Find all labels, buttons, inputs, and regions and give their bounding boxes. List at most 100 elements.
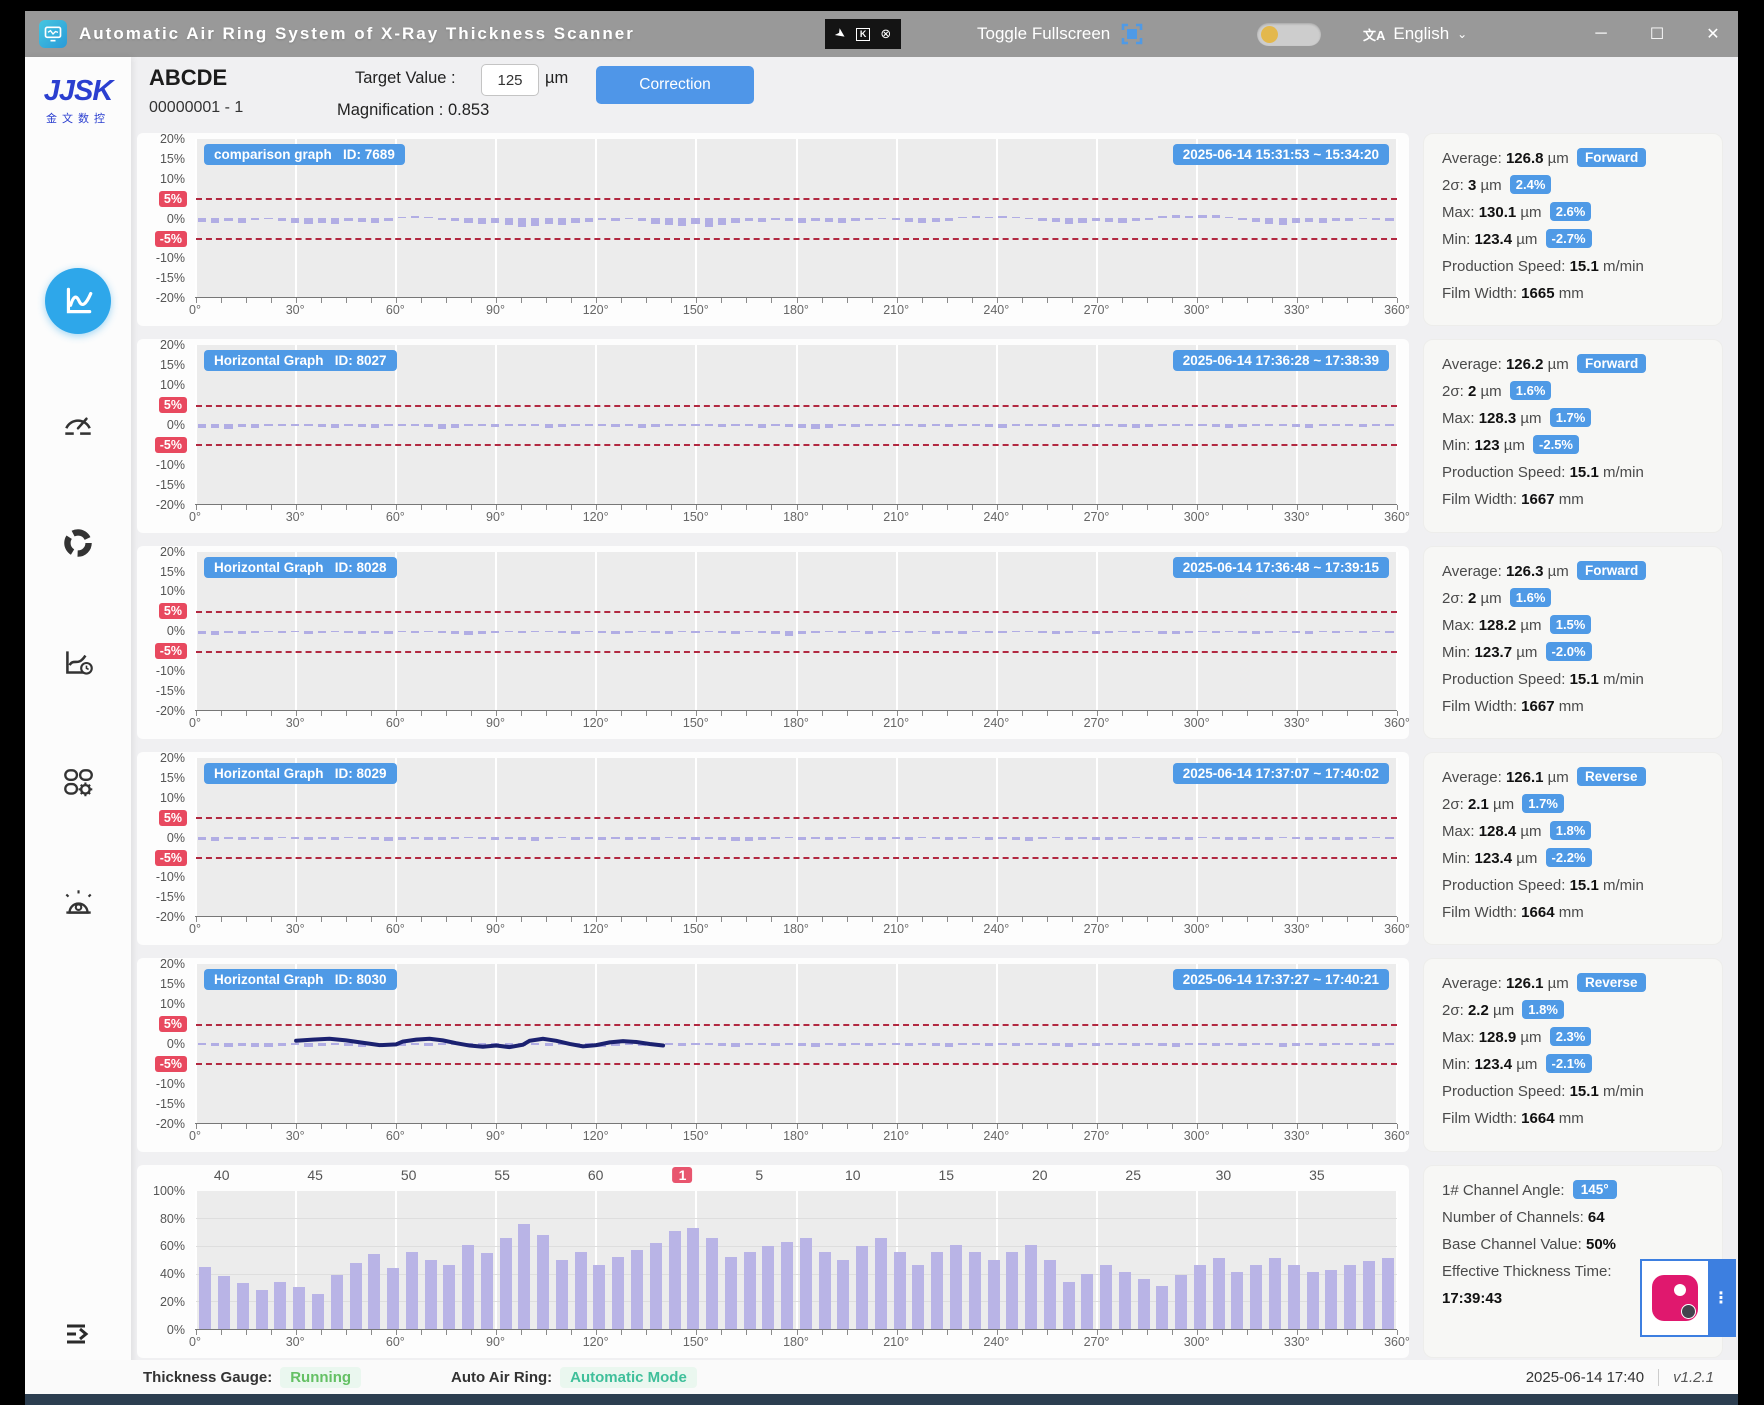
- sidebar-item-ring-statistics[interactable]: [25, 525, 131, 561]
- x-axis-label: 360°: [1384, 1335, 1410, 1349]
- data-bar: [785, 424, 793, 426]
- gridline-horizontal: [196, 1246, 1397, 1247]
- chart-plot: Horizontal Graph ID: 80302025-06-14 17:3…: [195, 964, 1397, 1123]
- y-axis-label: -10%: [156, 664, 185, 678]
- sigma-value: 2.2: [1468, 1002, 1489, 1019]
- data-bar: [1065, 631, 1073, 633]
- data-bar: [625, 424, 633, 426]
- y-axis-label: 10%: [160, 997, 185, 1011]
- language-selector[interactable]: 文A English ⌄: [1363, 11, 1467, 57]
- data-bar: [651, 631, 659, 633]
- x-axis-label: 30°: [286, 1335, 305, 1349]
- x-axis-label: 180°: [783, 1335, 809, 1349]
- y-axis-label: -20%: [156, 1117, 185, 1131]
- data-bar: [1345, 218, 1353, 221]
- channel-bar: [1363, 1261, 1375, 1329]
- channel-number-label: 10: [845, 1167, 861, 1183]
- x-axis-label: 270°: [1084, 716, 1110, 730]
- floating-app-widget[interactable]: ⋮: [1640, 1259, 1736, 1337]
- y-axis: 20%15%10%5%0%-5%-10%-15%-20%: [137, 552, 193, 711]
- data-bar: [665, 837, 673, 838]
- data-bar: [344, 837, 352, 838]
- data-bar: [611, 218, 619, 220]
- channel-bar: [1081, 1274, 1093, 1329]
- minimize-button[interactable]: ─: [1590, 25, 1612, 43]
- data-bar: [1185, 631, 1193, 633]
- toggle-fullscreen-button[interactable]: Toggle Fullscreen: [977, 11, 1144, 57]
- data-bar: [638, 424, 646, 428]
- channel-bar: [1156, 1286, 1168, 1329]
- production-speed-line: Production Speed: 15.1 m/min: [1442, 666, 1704, 693]
- channel-bar: [256, 1290, 268, 1329]
- data-bar: [958, 631, 966, 634]
- data-bar: [1052, 218, 1060, 222]
- x-axis: 0°30°60°90°120°150°180°210°240°270°300°3…: [195, 922, 1397, 942]
- data-bar: [451, 424, 459, 427]
- x-axis: 0°30°60°90°120°150°180°210°240°270°300°3…: [195, 716, 1397, 736]
- data-bar: [331, 837, 339, 839]
- kebab-menu-icon: ⋮: [1713, 1288, 1729, 1308]
- x-axis-label: 210°: [883, 1335, 909, 1349]
- data-bar: [892, 218, 900, 220]
- cursor-icon[interactable]: ➤: [831, 24, 849, 43]
- hotkey-icon[interactable]: K: [856, 28, 871, 41]
- data-bar: [571, 424, 579, 425]
- chart-plot: Horizontal Graph ID: 80292025-06-14 17:3…: [195, 758, 1397, 917]
- line-chart-icon: [61, 284, 95, 318]
- data-bar: [665, 424, 673, 425]
- data-bar: [838, 218, 846, 223]
- sidebar-item-modules-settings[interactable]: [25, 765, 131, 801]
- data-bar: [1012, 631, 1020, 633]
- channel-number-axis: 404550556015101520253035: [195, 1167, 1397, 1189]
- data-bar: [625, 631, 633, 633]
- data-bar: [198, 424, 206, 428]
- chart-id: ID: 8030: [335, 972, 387, 987]
- sidebar-item-trend-monitor[interactable]: [25, 268, 131, 334]
- x-axis-label: 210°: [883, 510, 909, 524]
- correction-button[interactable]: Correction: [596, 66, 754, 104]
- data-bar: [398, 837, 406, 839]
- x-axis-label: 210°: [883, 1129, 909, 1143]
- x-axis: 0°30°60°90°120°150°180°210°240°270°300°3…: [195, 1129, 1397, 1149]
- data-bar: [1038, 218, 1046, 220]
- channel-bar: [1307, 1272, 1319, 1329]
- x-axis-label: 150°: [683, 1129, 709, 1143]
- max-pct-badge: 1.5%: [1550, 615, 1592, 634]
- widget-menu-strip[interactable]: ⋮: [1708, 1261, 1734, 1335]
- sidebar-item-gauge-dashboard[interactable]: [25, 405, 131, 441]
- collapse-menu-icon: [61, 1317, 95, 1351]
- data-bar: [932, 837, 940, 839]
- target-value-input[interactable]: [481, 64, 539, 96]
- x-axis-label: 360°: [1384, 716, 1410, 730]
- chart-plot: Horizontal Graph ID: 80282025-06-14 17:3…: [195, 552, 1397, 711]
- sidebar-item-alarm[interactable]: [25, 885, 131, 921]
- maximize-button[interactable]: ☐: [1646, 24, 1668, 44]
- sidebar: JJSK 金文数控: [25, 57, 131, 1405]
- data-bar: [585, 837, 593, 839]
- x-axis-label: 270°: [1084, 1129, 1110, 1143]
- close-circle-icon[interactable]: ⊗: [880, 26, 891, 42]
- data-bar: [731, 218, 739, 223]
- active-item-circle: [45, 268, 111, 334]
- channel-bar: [781, 1242, 793, 1329]
- film-width-line: Film Width: 1664 mm: [1442, 1105, 1704, 1132]
- data-bar: [1212, 837, 1220, 839]
- channel-bar: [1382, 1258, 1394, 1329]
- y-axis: 20%15%10%5%0%-5%-10%-15%-20%: [137, 139, 193, 298]
- sidebar-item-history-curve[interactable]: [25, 645, 131, 681]
- theme-toggle-switch[interactable]: [1257, 23, 1321, 46]
- data-bar: [1292, 631, 1300, 633]
- widget-body[interactable]: [1642, 1261, 1708, 1335]
- close-button[interactable]: ✕: [1702, 24, 1724, 44]
- film-width-value: 1665: [1521, 285, 1554, 302]
- channel-bar: [1325, 1270, 1337, 1329]
- data-bar: [1185, 216, 1193, 218]
- data-bar: [1025, 631, 1033, 632]
- channel-bar: [819, 1252, 831, 1329]
- data-bar: [865, 218, 873, 220]
- y-axis-label: 80%: [160, 1212, 185, 1226]
- data-bar: [1225, 424, 1233, 428]
- unit-label: µm: [1548, 975, 1569, 992]
- status-datetime: 2025-06-14 17:40: [1526, 1369, 1644, 1386]
- sidebar-collapse-button[interactable]: [25, 1317, 131, 1351]
